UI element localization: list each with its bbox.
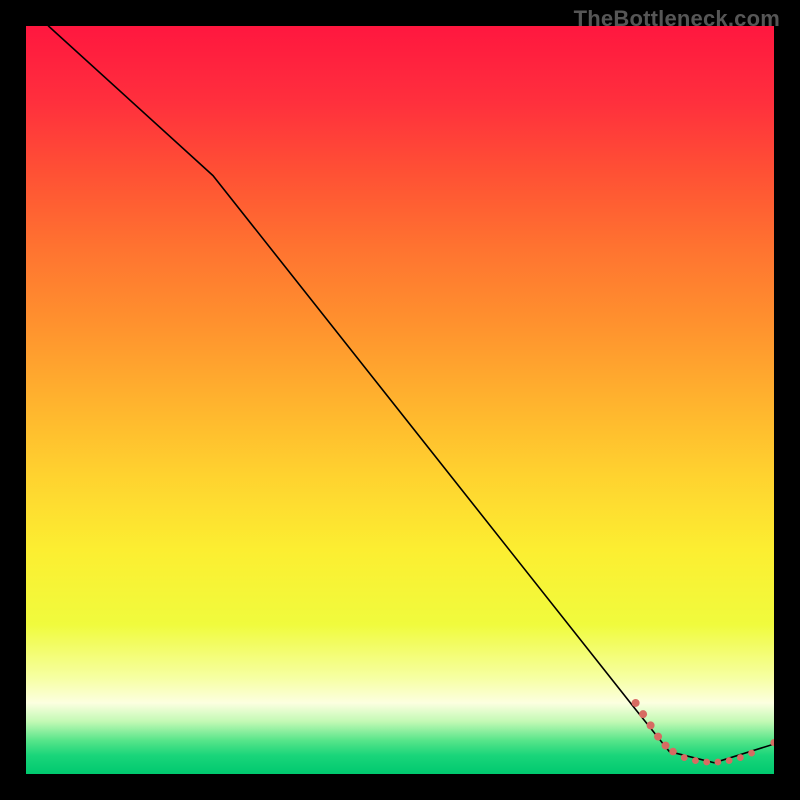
marker-dot xyxy=(632,699,640,707)
marker-dot xyxy=(639,710,647,718)
marker-dot xyxy=(737,754,744,761)
marker-dot xyxy=(654,733,662,741)
chart-container: TheBottleneck.com xyxy=(0,0,800,800)
marker-dot xyxy=(692,757,699,764)
bottleneck-chart xyxy=(26,26,774,774)
marker-dot xyxy=(647,721,655,729)
marker-dot xyxy=(662,742,670,750)
marker-dot xyxy=(669,748,677,756)
marker-dot xyxy=(715,759,722,766)
marker-dot xyxy=(681,754,688,761)
gradient-background xyxy=(26,26,774,774)
marker-dot xyxy=(703,759,710,766)
marker-dot xyxy=(726,757,733,764)
marker-dot xyxy=(748,750,755,757)
